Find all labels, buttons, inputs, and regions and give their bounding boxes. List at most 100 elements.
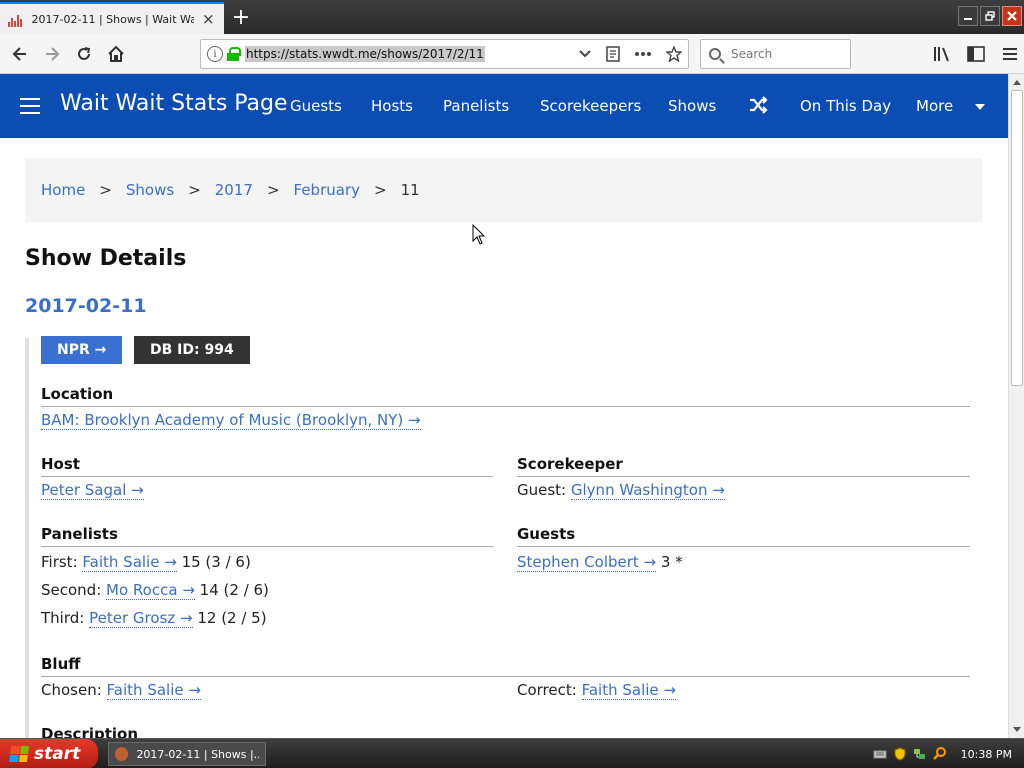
- menu-icon[interactable]: [996, 40, 1024, 68]
- description-title: Description: [41, 725, 139, 738]
- new-tab-button[interactable]: +: [228, 4, 254, 30]
- site-brand[interactable]: Wait Wait Stats Page: [60, 91, 288, 116]
- keyboard-icon[interactable]: [873, 747, 887, 761]
- os-taskbar: start 2017-02-11 | Shows |... 10:38 PM: [0, 738, 1024, 768]
- hamburger-menu-icon[interactable]: [20, 98, 40, 114]
- nav-more[interactable]: More: [916, 97, 953, 115]
- back-arrow-icon[interactable]: [6, 40, 34, 68]
- chevron-down-icon[interactable]: [578, 49, 592, 59]
- scorekeeper-title: Scorekeeper: [517, 455, 623, 473]
- library-icon[interactable]: [928, 40, 956, 68]
- breadcrumb-home[interactable]: Home: [41, 181, 85, 199]
- bluff-correct-link[interactable]: Faith Salie →: [581, 681, 676, 700]
- panelist-row: Third: Peter Grosz → 12 (2 / 5): [41, 609, 267, 628]
- guest-link[interactable]: Stephen Colbert →: [517, 553, 657, 572]
- scorekeeper-prefix: Guest:: [517, 481, 567, 499]
- taskbar-browser-item[interactable]: 2017-02-11 | Shows |...: [108, 742, 266, 766]
- guest-row: Stephen Colbert → 3 *: [517, 553, 683, 572]
- site-navbar: Wait Wait Stats Page Guests Hosts Paneli…: [0, 74, 1008, 138]
- breadcrumb-shows[interactable]: Shows: [126, 181, 174, 199]
- bluff-divider: [41, 676, 970, 677]
- nav-on-this-day[interactable]: On This Day: [800, 97, 891, 115]
- panelist-score: 12 (2 / 5): [197, 609, 267, 627]
- breadcrumb-separator: >: [266, 181, 280, 199]
- show-date-heading: 2017-02-11: [25, 295, 147, 317]
- scorekeeper-link[interactable]: Glynn Washington →: [570, 481, 725, 500]
- start-button[interactable]: start: [0, 739, 98, 768]
- bluff-correct-label: Correct:: [517, 681, 577, 699]
- breadcrumb-year[interactable]: 2017: [215, 181, 253, 199]
- network-icon[interactable]: [913, 747, 927, 761]
- random-shuffle-icon[interactable]: [748, 95, 768, 115]
- page-title: Show Details: [25, 246, 187, 271]
- panelist-row: Second: Mo Rocca → 14 (2 / 6): [41, 581, 269, 600]
- bluff-chosen-link[interactable]: Faith Salie →: [106, 681, 201, 700]
- bluff-chosen-label: Chosen:: [41, 681, 102, 699]
- site-info-icon[interactable]: i: [207, 46, 223, 62]
- panelist-position: Second:: [41, 581, 102, 599]
- panelist-position: First:: [41, 553, 78, 571]
- browser-tab-active[interactable]: 2017-02-11 | Shows | Wait Wait D ×: [0, 2, 224, 34]
- nav-shows[interactable]: Shows: [668, 97, 716, 115]
- location-title: Location: [41, 385, 114, 403]
- reader-view-icon[interactable]: [606, 46, 620, 62]
- nav-guests[interactable]: Guests: [290, 97, 342, 115]
- shield-icon[interactable]: [893, 747, 907, 761]
- search-icon: [709, 48, 721, 60]
- minimize-icon[interactable]: [958, 6, 978, 26]
- panelist-link[interactable]: Faith Salie →: [82, 553, 177, 572]
- address-bar[interactable]: i https://stats.wwdt.me/shows/2017/2/11: [200, 39, 689, 69]
- location-link[interactable]: BAM: Brooklyn Academy of Music (Brooklyn…: [41, 411, 421, 430]
- reload-icon[interactable]: [70, 40, 98, 68]
- panelists-title: Panelists: [41, 525, 118, 543]
- location-divider: [41, 406, 970, 407]
- host-title: Host: [41, 455, 80, 473]
- breadcrumb-separator: >: [99, 181, 112, 199]
- nav-hosts[interactable]: Hosts: [371, 97, 413, 115]
- guests-title: Guests: [517, 525, 576, 543]
- tab-close-icon[interactable]: ×: [200, 10, 216, 28]
- window-controls: [958, 6, 1022, 26]
- page-scrollbar[interactable]: [1008, 74, 1024, 738]
- page-viewport: Wait Wait Stats Page Guests Hosts Paneli…: [0, 74, 1008, 738]
- home-icon[interactable]: [102, 40, 130, 68]
- toolbar-icons: [928, 40, 1024, 68]
- db-id-badge: DB ID: 994: [134, 336, 250, 364]
- search-tray-icon[interactable]: [932, 747, 947, 761]
- breadcrumb-day: 11: [400, 181, 420, 199]
- tab-title: 2017-02-11 | Shows | Wait Wait D: [31, 12, 195, 26]
- scorekeeper-divider: [517, 476, 970, 477]
- breadcrumb-separator: >: [188, 181, 201, 199]
- scroll-up-icon[interactable]: [1009, 74, 1024, 90]
- close-window-icon[interactable]: [1002, 6, 1022, 26]
- scroll-thumb[interactable]: [1011, 90, 1023, 386]
- scroll-down-icon[interactable]: [1009, 722, 1024, 738]
- caret-down-icon[interactable]: [975, 104, 985, 110]
- bookmark-star-icon[interactable]: [666, 46, 682, 62]
- nav-scorekeepers[interactable]: Scorekeepers: [540, 97, 641, 115]
- panelist-score: 15 (3 / 6): [181, 553, 251, 571]
- forward-arrow-icon[interactable]: [38, 40, 66, 68]
- panelists-divider: [41, 546, 493, 547]
- breadcrumb-month[interactable]: February: [294, 181, 360, 199]
- breadcrumb-separator: >: [373, 181, 387, 199]
- panelist-link[interactable]: Peter Grosz →: [89, 609, 193, 628]
- windows-logo-icon: [8, 746, 30, 762]
- panelist-row: First: Faith Salie → 15 (3 / 6): [41, 553, 251, 572]
- restore-icon[interactable]: [980, 6, 1000, 26]
- host-link[interactable]: Peter Sagal →: [41, 481, 144, 500]
- browser-nav-bar: i https://stats.wwdt.me/shows/2017/2/11 …: [0, 34, 1024, 74]
- bluff-title: Bluff: [41, 655, 81, 673]
- browser-tab-bar: 2017-02-11 | Shows | Wait Wait D × +: [0, 0, 1024, 34]
- sidebar-toggle-icon[interactable]: [962, 40, 990, 68]
- npr-link-button[interactable]: NPR →: [41, 336, 123, 364]
- site-favicon-icon: [8, 11, 24, 27]
- url-text[interactable]: https://stats.wwdt.me/shows/2017/2/11: [245, 46, 485, 62]
- page-actions-icon[interactable]: [634, 51, 652, 57]
- secure-lock-icon[interactable]: [227, 47, 241, 61]
- search-input[interactable]: Search: [700, 39, 851, 69]
- panelist-link[interactable]: Mo Rocca →: [106, 581, 195, 600]
- search-placeholder: Search: [731, 47, 773, 61]
- nav-panelists[interactable]: Panelists: [443, 97, 509, 115]
- guest-score: 3 *: [660, 553, 683, 571]
